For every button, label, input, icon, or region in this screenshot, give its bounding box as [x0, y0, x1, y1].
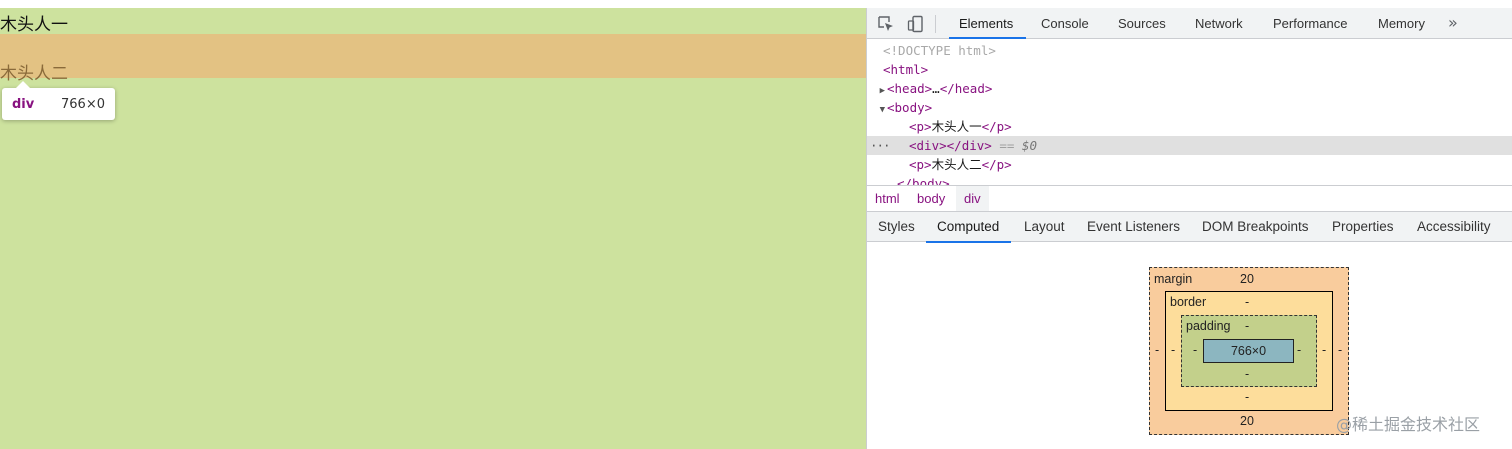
margin-right-value[interactable]: -: [1338, 343, 1342, 357]
border-top-value[interactable]: -: [1245, 295, 1249, 309]
margin-bottom-value[interactable]: 20: [1240, 414, 1254, 428]
paragraph-1: 木头人一: [0, 15, 68, 35]
tab-event-listeners[interactable]: Event Listeners: [1087, 212, 1180, 242]
head-open-tag: <head>: [887, 81, 933, 96]
tab-accessibility[interactable]: Accessibility: [1417, 212, 1491, 242]
body-open-tag: <body>: [887, 100, 933, 115]
tab-network[interactable]: Network: [1195, 8, 1243, 39]
inspect-tooltip: div 766×0: [2, 81, 115, 120]
breadcrumb-html[interactable]: html: [867, 186, 908, 211]
padding-label: padding: [1186, 319, 1231, 333]
more-tabs-button[interactable]: »: [1448, 8, 1458, 39]
div-ref: $0: [1021, 138, 1037, 153]
div-close-tag: </div>: [946, 138, 992, 153]
doctype-text: <!DOCTYPE html>: [883, 43, 996, 58]
margin-left-value[interactable]: -: [1155, 343, 1159, 357]
p1-open-tag: <p>: [909, 119, 932, 134]
border-label: border: [1170, 295, 1207, 309]
sidebar-tabs: Styles Computed Layout Event Listeners D…: [867, 212, 1512, 243]
breadcrumb: html body div: [867, 185, 1512, 212]
dom-body-close[interactable]: </body>: [867, 174, 1512, 185]
box-model-content[interactable]: 766×0: [1203, 339, 1294, 363]
tab-properties[interactable]: Properties: [1332, 212, 1394, 242]
div-equals: ==: [999, 138, 1015, 153]
head-ellipsis: …: [932, 81, 940, 96]
tab-styles[interactable]: Styles: [878, 212, 915, 242]
border-right-value[interactable]: -: [1322, 343, 1326, 357]
p2-close-tag: </p>: [981, 157, 1012, 172]
padding-left-value[interactable]: -: [1193, 343, 1197, 357]
device-toolbar-icon[interactable]: [907, 15, 925, 33]
inspect-element-icon[interactable]: [877, 15, 895, 33]
p2-text: 木头人二: [931, 157, 982, 172]
tab-console[interactable]: Console: [1041, 8, 1089, 39]
tab-elements[interactable]: Elements: [948, 8, 1027, 39]
tab-layout[interactable]: Layout: [1024, 212, 1065, 242]
dom-p1[interactable]: <p>木头人一</p>: [867, 117, 1512, 136]
dom-tree: <!DOCTYPE html> <html> ▶ <head>…</head> ▼…: [867, 40, 1512, 185]
padding-top-value[interactable]: -: [1245, 319, 1249, 333]
margin-label: margin: [1154, 272, 1193, 286]
dom-html[interactable]: <html>: [867, 60, 1512, 79]
breadcrumb-body[interactable]: body: [909, 186, 953, 211]
devtools-toolbar: Elements Console Sources Network Perform…: [867, 8, 1512, 39]
toolbar-separator: [935, 15, 936, 33]
tab-sources[interactable]: Sources: [1118, 8, 1166, 39]
p2-open-tag: <p>: [909, 157, 932, 172]
page-viewport: 木头人一 木头人二 div 766×0: [0, 8, 866, 449]
paragraph-2: 木头人二: [0, 64, 68, 84]
border-left-value[interactable]: -: [1171, 343, 1175, 357]
dom-head[interactable]: ▶ <head>…</head>: [867, 79, 1512, 98]
watermark: @稀土掘金技术社区: [1336, 415, 1481, 434]
p1-text: 木头人一: [931, 119, 982, 134]
tab-performance[interactable]: Performance: [1273, 8, 1347, 39]
p1-close-tag: </p>: [981, 119, 1012, 134]
tooltip-size: 766×0: [61, 96, 105, 112]
html-open-tag: <html>: [883, 62, 929, 77]
dom-p2[interactable]: <p>木头人二</p>: [867, 155, 1512, 174]
body-close-tag: </body>: [897, 176, 950, 185]
breadcrumb-div[interactable]: div: [956, 186, 989, 211]
div-margin-highlight: [0, 34, 866, 78]
dom-div-selected[interactable]: ··· <div></div> == $0: [867, 136, 1512, 155]
padding-right-value[interactable]: -: [1297, 343, 1301, 357]
dom-doctype[interactable]: <!DOCTYPE html>: [867, 41, 1512, 60]
tab-memory[interactable]: Memory: [1378, 8, 1425, 39]
tab-computed[interactable]: Computed: [925, 212, 1012, 243]
head-close-tag: </head>: [939, 81, 993, 96]
padding-bottom-value[interactable]: -: [1245, 367, 1249, 381]
border-bottom-value[interactable]: -: [1245, 390, 1249, 404]
dom-body[interactable]: ▼ <body>: [867, 98, 1512, 117]
tooltip-tag: div: [12, 96, 35, 112]
more-actions-icon[interactable]: ···: [870, 136, 891, 155]
tab-dom-breakpoints[interactable]: DOM Breakpoints: [1202, 212, 1309, 242]
devtools-panel: Elements Console Sources Network Perform…: [866, 8, 1512, 449]
margin-top-value[interactable]: 20: [1240, 272, 1254, 286]
